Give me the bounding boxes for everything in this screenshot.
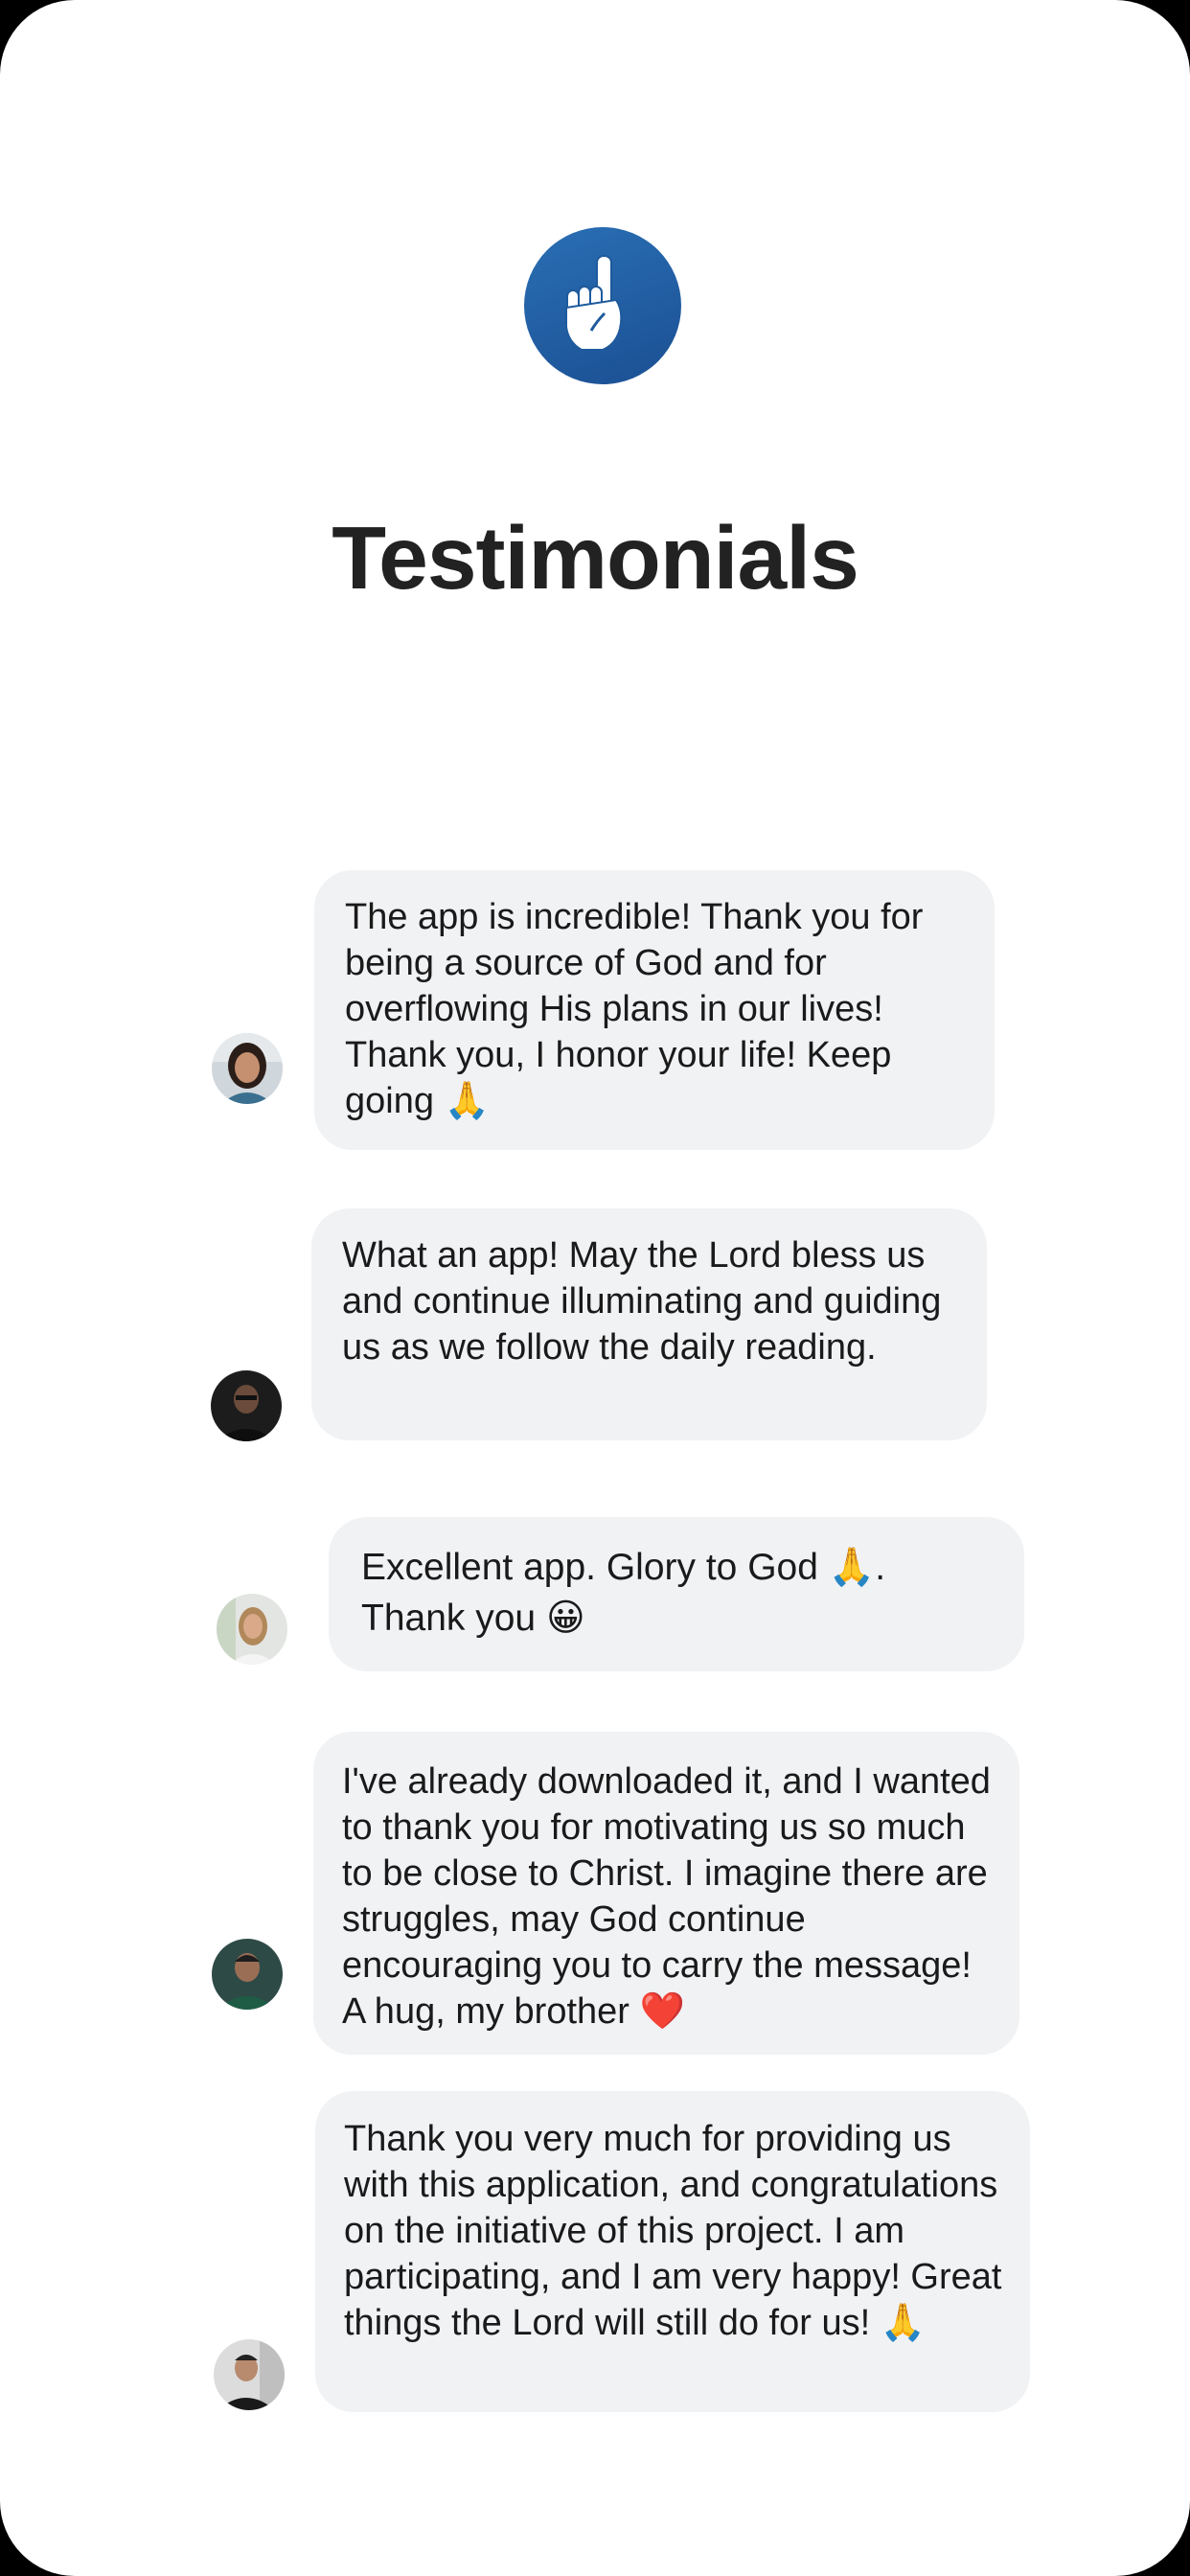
avatar [214, 2339, 285, 2410]
testimonials-screen: Testimonials The app is incredible! Than… [0, 0, 1190, 2576]
testimonial-bubble: I've already downloaded it, and I wanted… [313, 1732, 1019, 2055]
testimonial-text: What an app! May the Lord bless us and c… [342, 1235, 942, 1368]
testimonial-bubble: Thank you very much for providing us wit… [315, 2091, 1030, 2412]
testimonial-bubble: The app is incredible! Thank you for bei… [314, 870, 995, 1150]
pointing-up-hand-icon [565, 255, 623, 351]
avatar [211, 1370, 282, 1441]
testimonial-text: I've already downloaded it, and I wanted… [342, 1761, 991, 2032]
testimonial-bubble: Excellent app. Glory to God 🙏. Thank you… [329, 1517, 1024, 1671]
avatar [217, 1594, 287, 1665]
app-logo [524, 227, 681, 384]
testimonial-text: Thank you very much for providing us wit… [344, 2119, 1002, 2343]
testimonial-bubble: What an app! May the Lord bless us and c… [311, 1208, 987, 1440]
avatar [212, 1939, 283, 2010]
page-title: Testimonials [332, 508, 859, 608]
testimonial-text: Excellent app. Glory to God 🙏. Thank you… [361, 1547, 886, 1639]
testimonial-text: The app is incredible! Thank you for bei… [345, 897, 924, 1121]
avatar [212, 1033, 283, 1104]
